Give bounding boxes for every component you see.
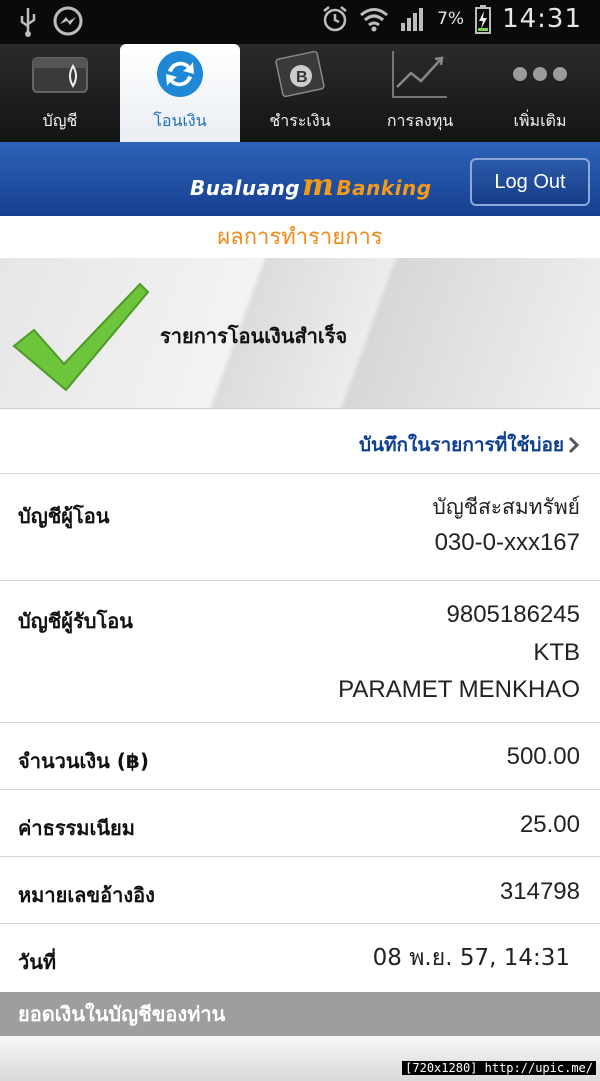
- battery-charging-icon: [475, 5, 492, 34]
- notification-icons: [18, 6, 84, 38]
- wallet-icon: [29, 47, 91, 101]
- tab-payment[interactable]: B ชำระเงิน: [240, 44, 360, 142]
- tab-label: บัญชี: [42, 111, 78, 130]
- transfer-result-page: ผลการทำรายการ รายการโอนเงินสำเร็จ บันทึก…: [0, 216, 600, 1081]
- to-account-name: PARAMET MENKHAO: [338, 676, 580, 703]
- date-label: วันที่: [18, 950, 57, 974]
- detail-row-date: วันที่ 08 พ.ย. 57, 14:31: [0, 923, 600, 992]
- amount-value: 500.00: [506, 743, 580, 770]
- tab-label: โอนเงิน: [153, 111, 207, 130]
- detail-row-fee: ค่าธรรมเนียม 25.00: [0, 789, 600, 856]
- success-message: รายการโอนเงินสำเร็จ: [160, 324, 348, 348]
- tab-more[interactable]: เพิ่มเติม: [480, 44, 600, 142]
- app-header: Bualuangm Banking Log Out: [0, 142, 600, 216]
- more-icon: [509, 47, 571, 101]
- clock: 14:31: [502, 4, 582, 34]
- save-favorite-link[interactable]: บันทึกในรายการที่ใช้บ่อย: [359, 430, 580, 460]
- from-account-label: บัญชีผู้โอน: [18, 504, 110, 528]
- svg-text:B: B: [296, 69, 308, 86]
- page-title: ผลการทำรายการ: [0, 216, 600, 259]
- success-panel: รายการโอนเงินสำเร็จ: [0, 258, 600, 409]
- brand-m: m: [302, 168, 335, 203]
- messenger-icon: [53, 6, 83, 36]
- brand-prefix: Bualuang: [190, 176, 301, 200]
- main-tab-bar: บัญชี โอนเงิน B ชำระเงิน การลงทุน เพิ่มเ…: [0, 44, 600, 142]
- reference-value: 314798: [499, 878, 580, 905]
- from-account-type: บัญชีสะสมทรัพย์: [432, 495, 580, 519]
- tab-label: การลงทุน: [386, 111, 454, 130]
- logout-button[interactable]: Log Out: [470, 158, 590, 206]
- status-bar: 7% 14:31: [0, 0, 600, 44]
- bill-icon: B: [269, 47, 331, 101]
- detail-row-reference: หมายเลขอ้างอิง 314798: [0, 856, 600, 923]
- battery-percent: 7%: [437, 9, 465, 29]
- brand-logo: Bualuangm Banking: [190, 168, 432, 203]
- balance-section-header[interactable]: ยอดเงินในบัญชีของท่าน: [0, 992, 600, 1036]
- chevron-right-icon: [568, 436, 580, 454]
- detail-row-amount: จำนวนเงิน (฿) 500.00: [0, 722, 600, 789]
- tab-label: เพิ่มเติม: [513, 111, 567, 130]
- date-value: 08 พ.ย. 57, 14:31: [372, 945, 570, 971]
- wifi-icon: [360, 8, 389, 32]
- refresh-icon: [149, 47, 211, 101]
- watermark: [720x1280] http://upic.me/: [402, 1061, 596, 1075]
- fee-value: 25.00: [519, 811, 580, 838]
- signal-icon: [401, 8, 424, 31]
- system-icons: 7% 14:31: [321, 4, 582, 34]
- chart-icon: [389, 47, 451, 101]
- detail-row-from: บัญชีผู้โอน บัญชีสะสมทรัพย์ 030-0-xxx167: [0, 473, 600, 580]
- brand-suffix: Banking: [336, 176, 432, 200]
- tab-label: ชำระเงิน: [269, 111, 331, 130]
- tab-account[interactable]: บัญชี: [0, 44, 120, 142]
- fee-label: ค่าธรรมเนียม: [18, 816, 135, 840]
- checkmark-icon: [12, 282, 150, 392]
- tab-transfer[interactable]: โอนเงิน: [120, 44, 240, 142]
- save-favorite-label: บันทึกในรายการที่ใช้บ่อย: [358, 434, 564, 456]
- from-account-number: 030-0-xxx167: [434, 529, 580, 556]
- to-bank: KTB: [533, 639, 580, 666]
- reference-label: หมายเลขอ้างอิง: [18, 883, 155, 907]
- tab-investment[interactable]: การลงทุน: [360, 44, 480, 142]
- to-account-label: บัญชีผู้รับโอน: [18, 609, 133, 633]
- amount-label: จำนวนเงิน (฿): [18, 749, 149, 773]
- usb-icon: [20, 8, 36, 37]
- to-account-number: 9805186245: [446, 601, 580, 628]
- detail-row-to: บัญชีผู้รับโอน 9805186245 KTB PARAMET ME…: [0, 580, 600, 722]
- alarm-icon: [323, 6, 347, 32]
